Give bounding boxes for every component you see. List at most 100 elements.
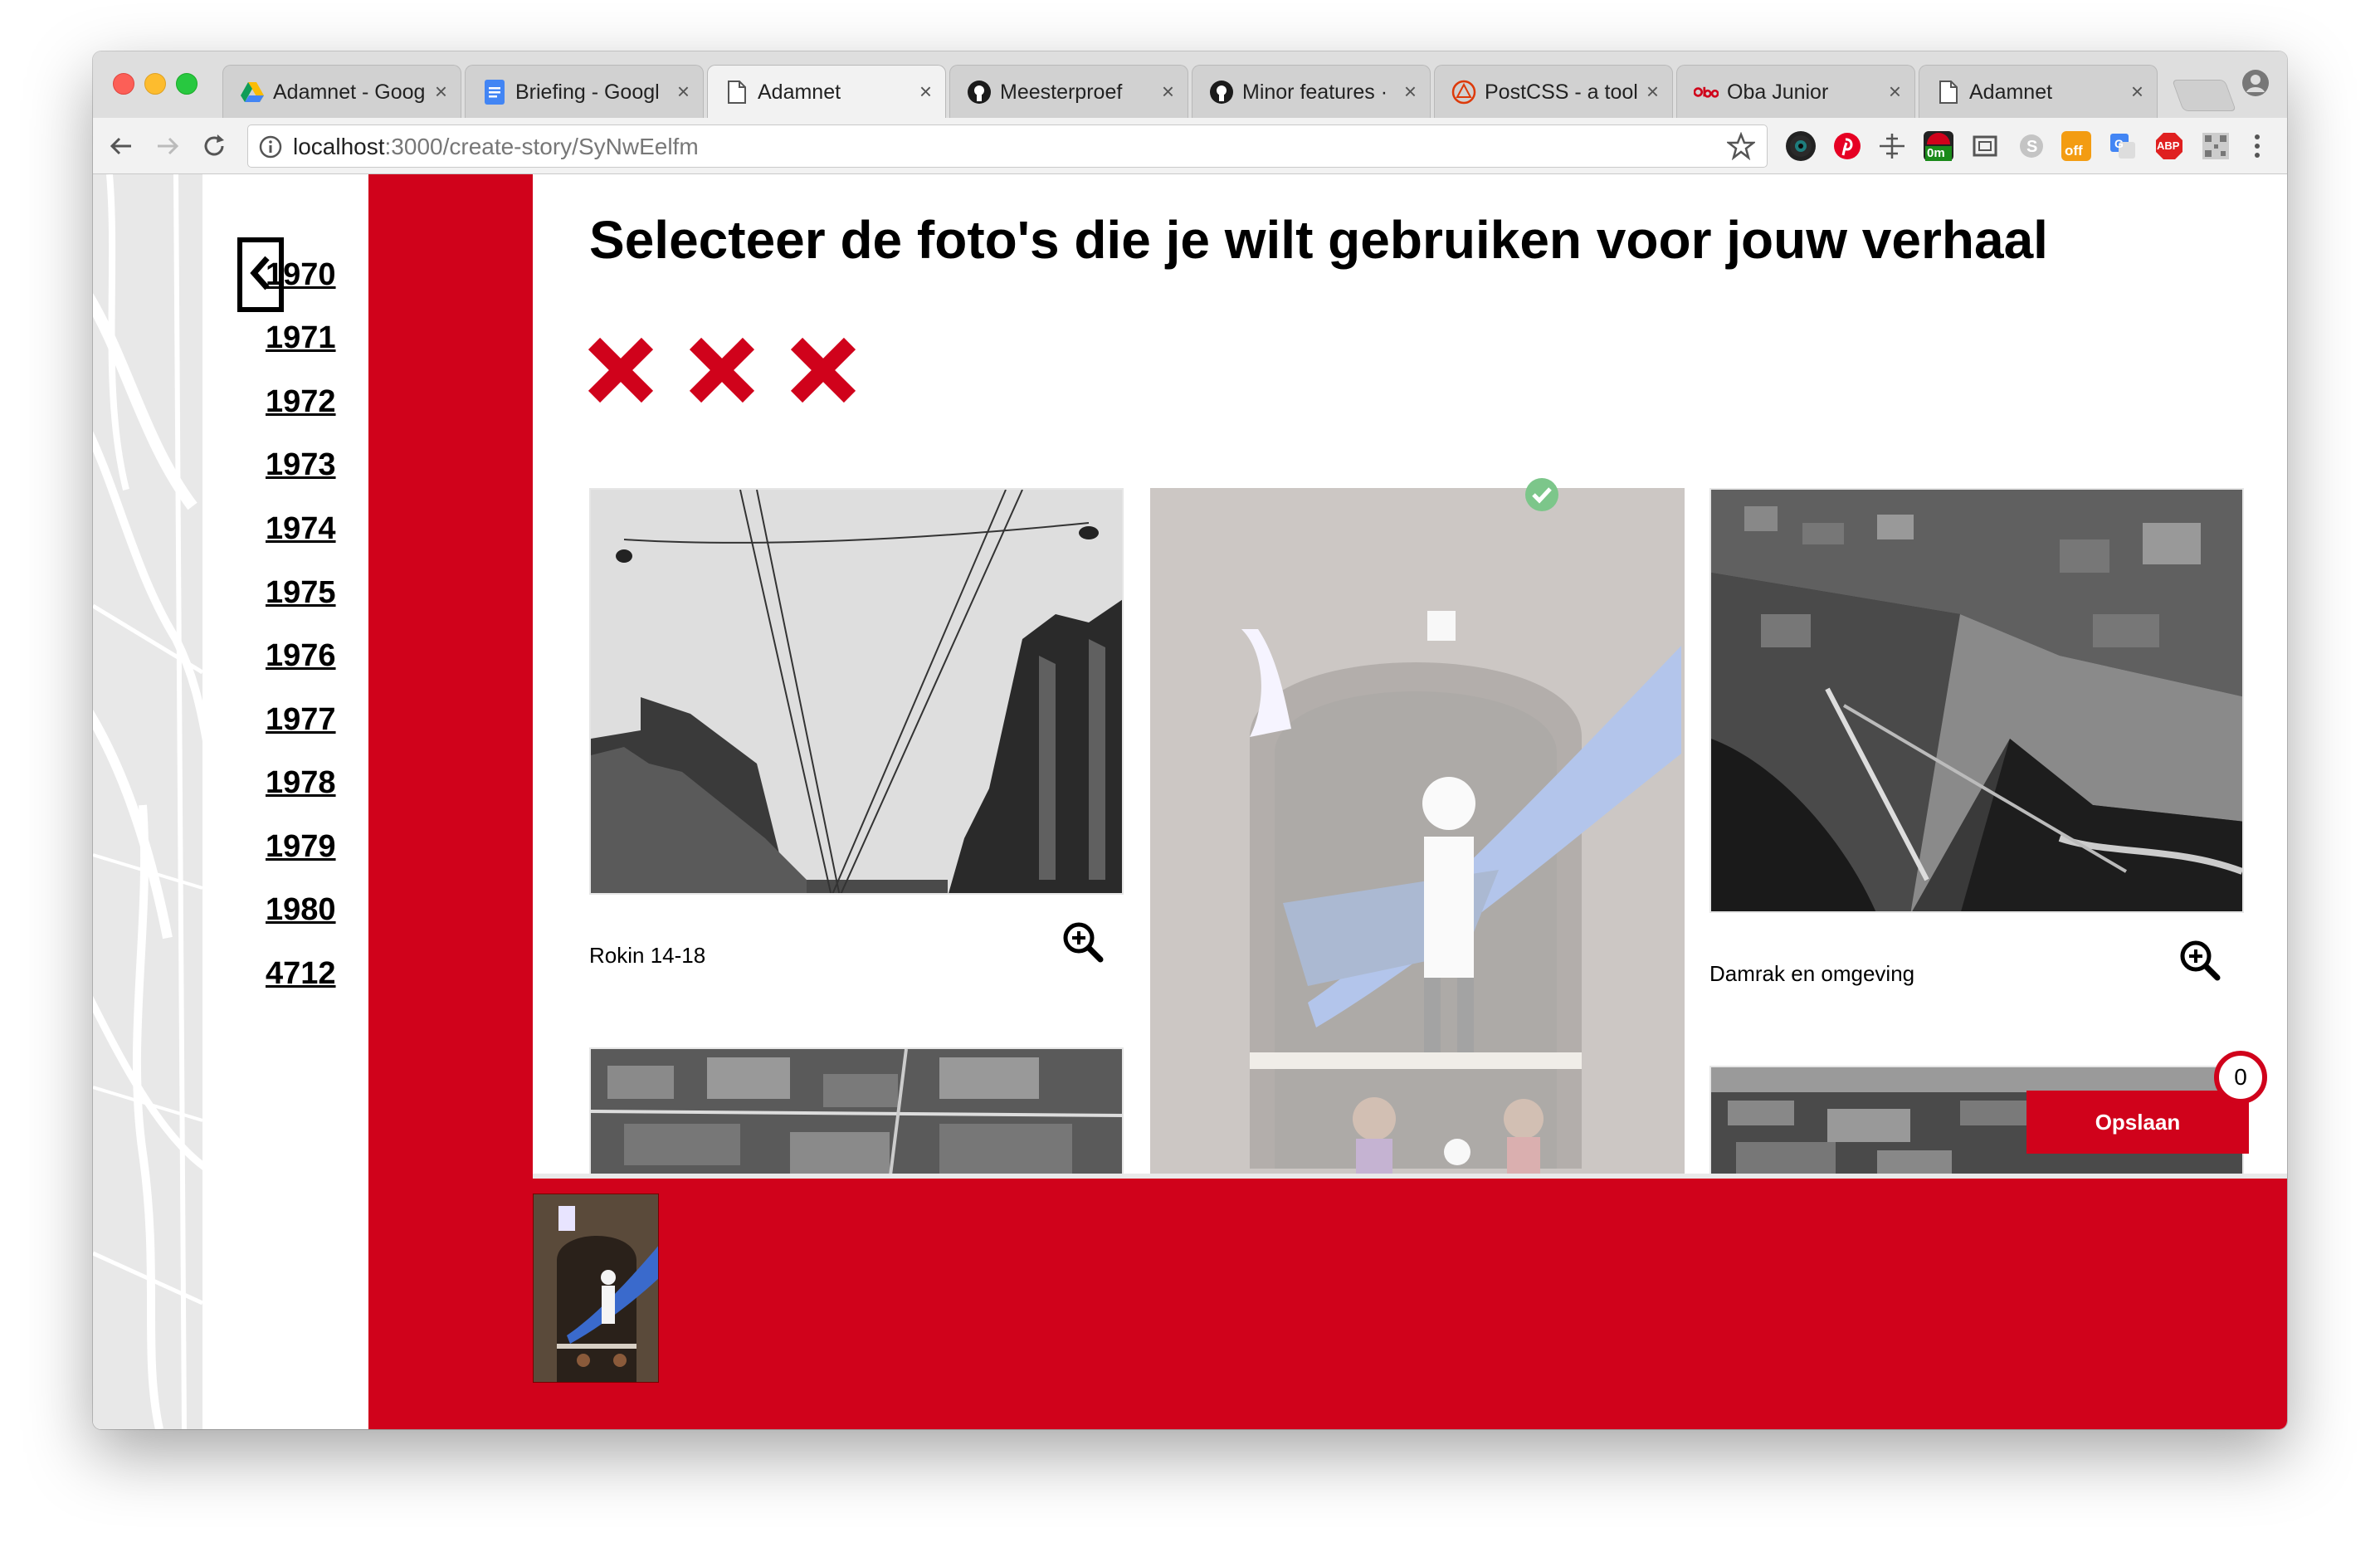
tab-label: Meesterproef — [1000, 81, 1123, 104]
year-link[interactable]: 1974 — [266, 511, 336, 547]
github-icon — [1209, 80, 1234, 105]
oba-icon — [1694, 80, 1719, 105]
photo-angel-figure[interactable] — [1150, 488, 1685, 1174]
svg-text:S: S — [2026, 138, 2037, 156]
browser-menu-icon[interactable] — [2242, 131, 2272, 161]
tab-meesterproef[interactable]: Meesterproef × — [949, 65, 1188, 118]
minimize-window-button[interactable] — [144, 73, 166, 95]
year-link[interactable]: 1979 — [266, 829, 336, 865]
page-icon — [1936, 80, 1961, 105]
off-extension-icon[interactable]: off — [2061, 131, 2091, 161]
tab-postcss[interactable]: PostCSS - a tool × — [1434, 65, 1673, 118]
cross-icon — [790, 337, 856, 403]
google-drive-icon — [240, 80, 265, 105]
year-link[interactable]: 1976 — [266, 638, 336, 674]
google-docs-icon — [482, 80, 507, 105]
tab-close-icon[interactable]: × — [2131, 79, 2143, 104]
back-arrow-icon[interactable] — [105, 129, 138, 163]
skype-icon[interactable]: S — [2017, 131, 2046, 161]
site-info-icon[interactable] — [258, 134, 283, 159]
map-background — [93, 174, 202, 1429]
reload-icon[interactable] — [198, 129, 231, 163]
tab-close-icon[interactable]: × — [1646, 79, 1659, 104]
postcss-icon — [1451, 80, 1476, 105]
year-link[interactable]: 1971 — [266, 320, 336, 356]
selected-photos-tray — [533, 1174, 2287, 1429]
forward-arrow-icon[interactable] — [151, 129, 184, 163]
year-link[interactable]: 1970 — [266, 257, 336, 293]
photo-card[interactable]: Damrak en omgeving — [1709, 488, 2244, 1003]
photo-rokin[interactable] — [589, 488, 1124, 895]
tab-briefing-google-docs[interactable]: Briefing - Googl × — [465, 65, 704, 118]
tab-label: Adamnet - Goog — [273, 81, 426, 104]
year-sidebar — [202, 174, 368, 1429]
url-path: :3000/create-story/SyNwEelfm — [384, 134, 699, 159]
timer-extension-icon[interactable]: 0m — [1924, 131, 1953, 161]
selected-check-icon — [1524, 476, 1560, 513]
tab-label: Oba Junior — [1727, 81, 1829, 104]
address-bar[interactable]: localhost:3000/create-story/SyNwEelfm — [247, 124, 1768, 168]
abp-badge: ABP — [2157, 139, 2180, 152]
photo-card[interactable]: Rokin 14-18 — [589, 488, 1124, 986]
browser-toolbar: localhost:3000/create-story/SyNwEelfm 0m… — [93, 118, 2287, 174]
tab-close-icon[interactable]: × — [435, 79, 447, 104]
year-link[interactable]: 1977 — [266, 702, 336, 738]
svg-text:G: G — [2114, 137, 2124, 150]
cross-icon — [588, 337, 654, 403]
year-link[interactable]: 1978 — [266, 765, 336, 801]
tab-label: Briefing - Googl — [515, 81, 660, 104]
off-badge: off — [2065, 143, 2083, 159]
red-divider-column — [368, 174, 533, 1429]
profile-icon[interactable] — [2241, 68, 2270, 98]
year-link[interactable]: 1975 — [266, 575, 336, 611]
tab-close-icon[interactable]: × — [1162, 79, 1174, 104]
page-viewport: 1970 1971 1972 1973 1974 1975 1976 1977 … — [93, 174, 2287, 1429]
move-crosshair-icon[interactable] — [1877, 131, 1907, 161]
maximize-window-button[interactable] — [176, 73, 198, 95]
zoom-in-icon[interactable] — [1062, 921, 1104, 963]
photo-aerial-city[interactable] — [589, 1047, 1124, 1180]
tab-close-icon[interactable]: × — [677, 79, 690, 104]
tab-adamnet-active[interactable]: Adamnet × — [707, 65, 946, 118]
new-tab-button[interactable] — [2172, 80, 2236, 111]
timer-badge: 0m — [1927, 146, 1945, 160]
tab-close-icon[interactable]: × — [1889, 79, 1901, 104]
selection-count-badge: 0 — [2214, 1051, 2267, 1104]
tab-oba-junior[interactable]: Oba Junior × — [1676, 65, 1915, 118]
pinterest-icon[interactable] — [1832, 131, 1862, 161]
tab-label: Adamnet — [1969, 81, 2053, 104]
camera-extension-icon[interactable] — [1786, 131, 1816, 161]
url-text[interactable]: localhost:3000/create-story/SyNwEelfm — [293, 134, 699, 160]
github-icon — [967, 80, 992, 105]
tab-label: PostCSS - a tool — [1485, 81, 1638, 104]
year-link[interactable]: 1980 — [266, 892, 336, 928]
year-link[interactable]: 4712 — [266, 956, 336, 992]
url-host: localhost — [293, 134, 385, 159]
photo-caption: Rokin 14-18 — [589, 943, 706, 968]
translate-icon[interactable]: G — [2108, 131, 2138, 161]
adblock-plus-icon[interactable]: ABP — [2154, 131, 2184, 161]
close-window-button[interactable] — [113, 73, 134, 95]
tab-label: Minor features · — [1242, 81, 1388, 104]
tab-label: Adamnet — [758, 81, 841, 104]
photo-card-selected[interactable] — [1150, 478, 1685, 1174]
year-link[interactable]: 1972 — [266, 384, 336, 420]
photo-caption: Damrak en omgeving — [1709, 961, 1915, 986]
bookmark-star-icon[interactable] — [1725, 131, 1757, 161]
browser-window: Adamnet - Goog × Briefing - Googl × Adam… — [93, 51, 2287, 1429]
page-icon — [724, 80, 749, 105]
selected-photo-thumbnail[interactable] — [533, 1193, 659, 1383]
page-title: Selecteer de foto's die je wilt gebruike… — [589, 210, 2048, 270]
year-link[interactable]: 1973 — [266, 447, 336, 483]
tab-adamnet-2[interactable]: Adamnet × — [1919, 65, 2158, 118]
zoom-in-icon[interactable] — [2179, 940, 2221, 981]
tab-close-icon[interactable]: × — [1404, 79, 1417, 104]
photo-damrak[interactable] — [1709, 488, 2244, 913]
tab-close-icon[interactable]: × — [919, 79, 932, 104]
qr-code-icon[interactable] — [2201, 131, 2231, 161]
cross-icon — [689, 337, 755, 403]
tab-adamnet-google-drive[interactable]: Adamnet - Goog × — [222, 65, 461, 118]
screenshot-frame-icon[interactable] — [1970, 131, 2000, 161]
tab-minor-features[interactable]: Minor features · × — [1192, 65, 1431, 118]
save-button[interactable]: Opslaan — [2026, 1091, 2249, 1154]
